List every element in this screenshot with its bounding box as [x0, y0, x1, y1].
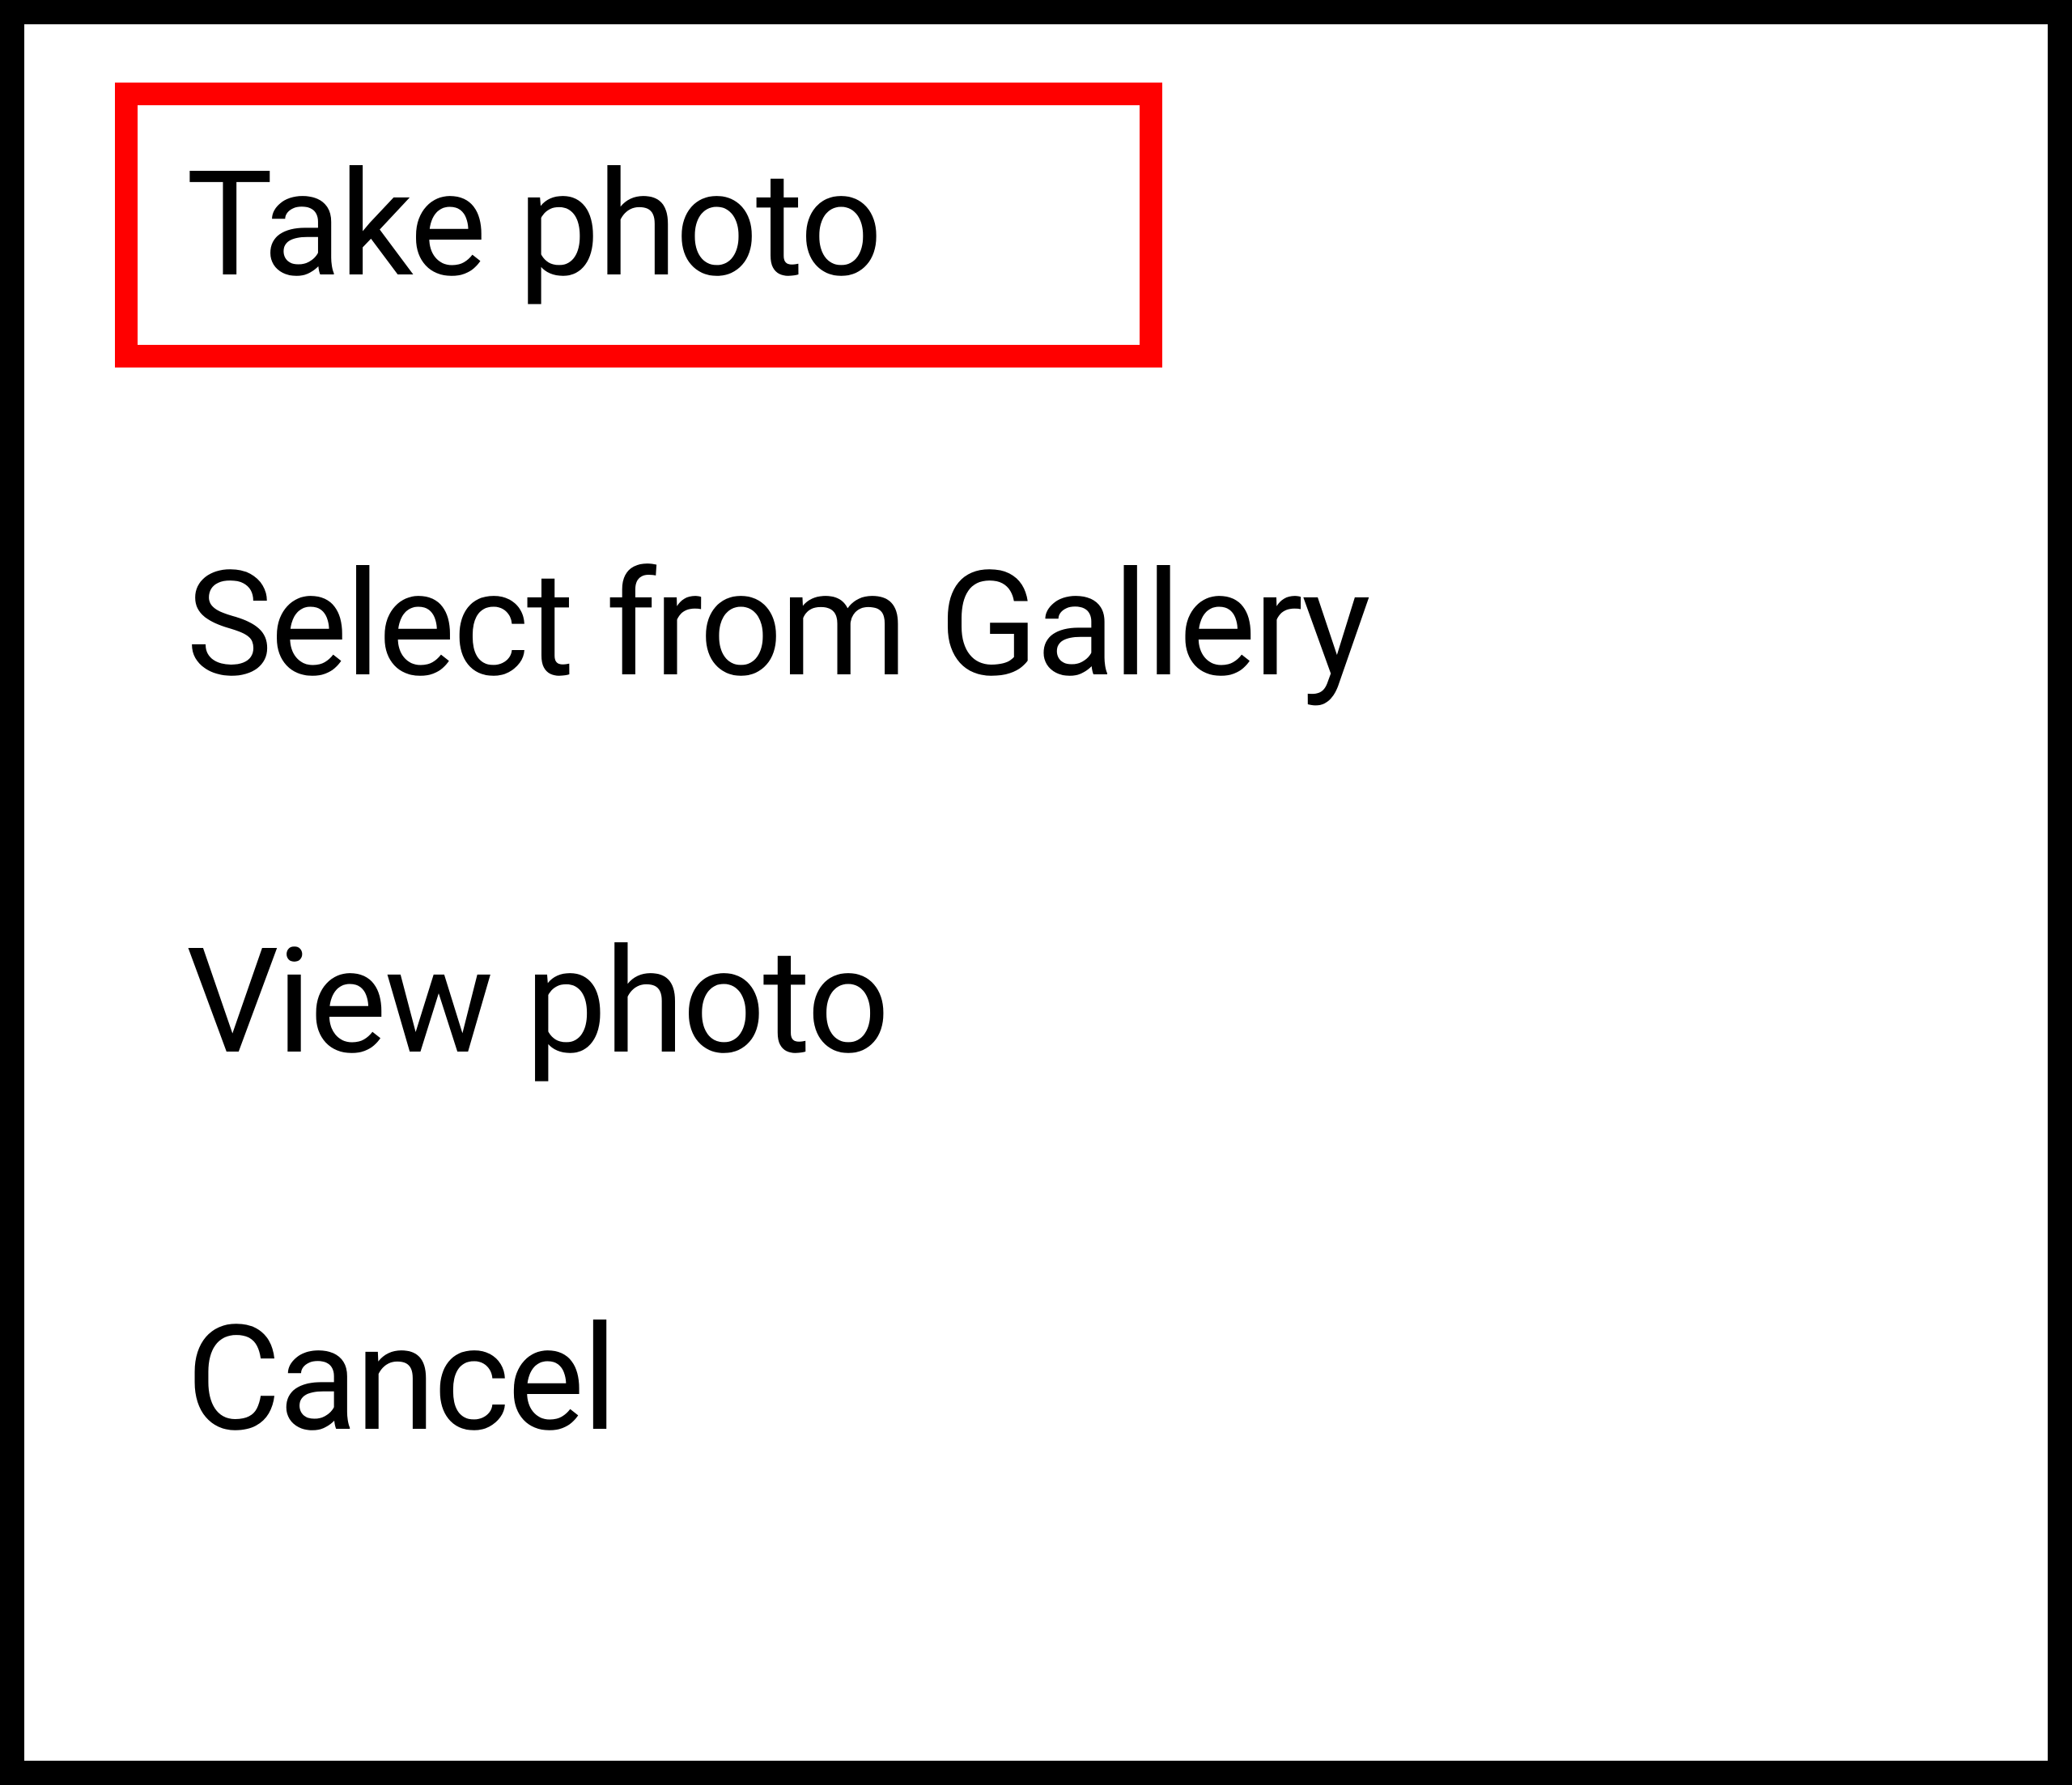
menu-item-label: Select from Gallery — [186, 539, 1369, 710]
menu-item-label: Cancel — [186, 1294, 615, 1464]
view-photo-option[interactable]: View photo — [138, 882, 936, 1122]
select-from-gallery-option[interactable]: Select from Gallery — [138, 505, 1417, 745]
cancel-option[interactable]: Cancel — [138, 1260, 664, 1499]
take-photo-option[interactable]: Take photo — [115, 83, 1162, 368]
menu-item-label: Take photo — [186, 139, 881, 310]
photo-options-dialog: Take photo Select from Gallery View phot… — [0, 0, 2072, 1785]
menu-item-label: View photo — [186, 916, 887, 1087]
